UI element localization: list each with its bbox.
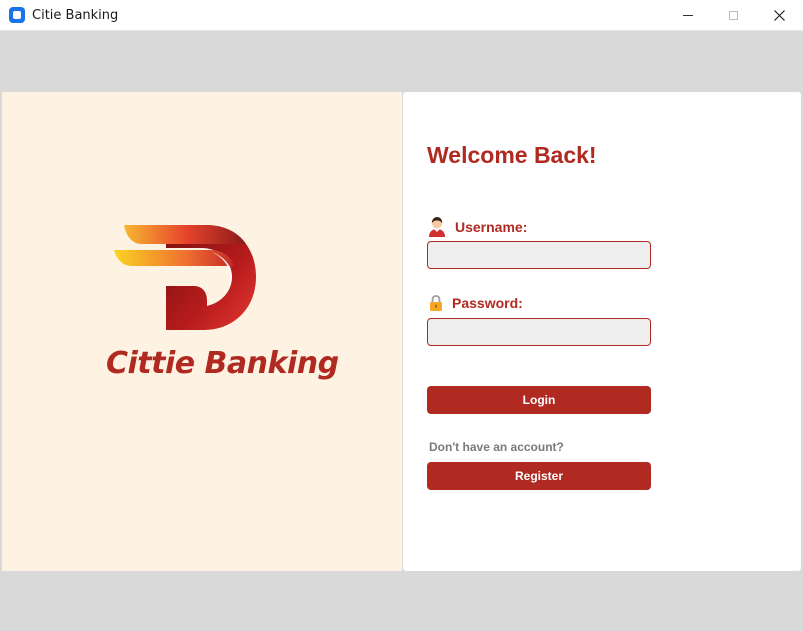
app-icon: [9, 7, 25, 23]
password-input[interactable]: [427, 318, 651, 346]
title-bar: Citie Banking: [0, 0, 803, 31]
login-button[interactable]: Login: [427, 386, 651, 414]
password-label: Password:: [452, 295, 523, 311]
welcome-heading: Welcome Back!: [427, 142, 597, 168]
close-button[interactable]: [756, 0, 802, 31]
citie-banking-logo: [114, 225, 256, 330]
username-input[interactable]: [427, 241, 651, 269]
user-icon: [429, 217, 445, 237]
close-icon: [773, 10, 785, 21]
register-button[interactable]: Register: [427, 462, 651, 490]
window-title: Citie Banking: [32, 8, 119, 23]
maximize-button[interactable]: [710, 0, 756, 31]
lock-icon: [430, 295, 442, 311]
no-account-text: Don't have an account?: [429, 440, 564, 454]
username-label: Username:: [455, 219, 528, 235]
minimize-button[interactable]: [665, 0, 711, 31]
maximize-icon: [728, 11, 738, 20]
minimize-icon: [683, 15, 693, 16]
brand-name: Cittie Banking: [106, 346, 339, 381]
